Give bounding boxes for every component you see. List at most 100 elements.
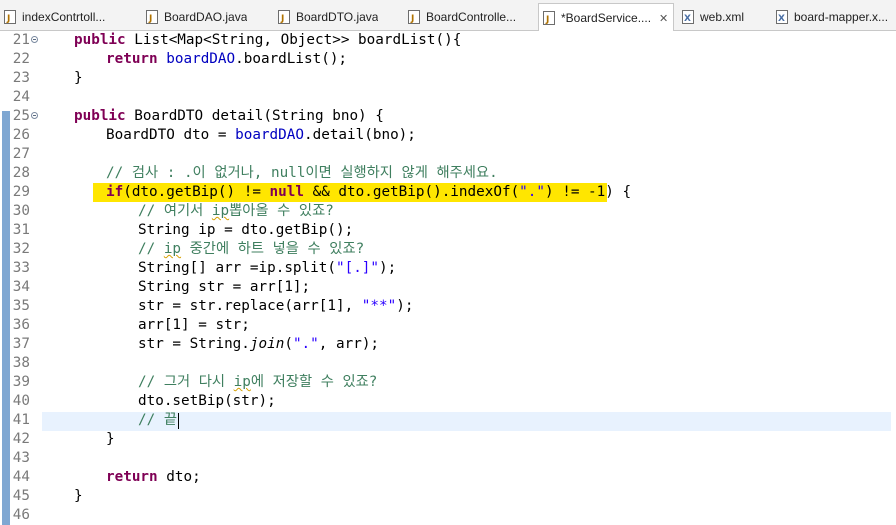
- svg-text:J: J: [545, 15, 549, 25]
- line-number: 29: [12, 184, 30, 200]
- code-text: String[] arr =ip.split("[.]");: [138, 260, 397, 276]
- code-editor[interactable]: 21 public List<Map<String, Object>> boar…: [0, 31, 896, 525]
- text-caret: [178, 413, 179, 429]
- code-line: 29 if(dto.getBip() != null && dto.getBip…: [0, 183, 896, 202]
- svg-text:J: J: [410, 14, 414, 24]
- line-number: 22: [12, 51, 30, 67]
- svg-text:J: J: [148, 14, 152, 24]
- code-text: }: [74, 70, 83, 86]
- line-number: 23: [12, 70, 30, 86]
- code-line: 45 }: [0, 487, 896, 506]
- close-tab-icon[interactable]: ✕: [659, 12, 668, 25]
- code-line: 42 }: [0, 430, 896, 449]
- code-line: 28 // 검사 : .이 없거나, null이면 실행하지 않게 해주세요.: [0, 164, 896, 183]
- line-number: 43: [12, 450, 30, 466]
- code-line: 32 // ip 중간에 하트 넣을 수 있죠?: [0, 240, 896, 259]
- code-text: str = str.replace(arr[1], "**");: [138, 298, 414, 314]
- code-line: 27: [0, 145, 896, 164]
- tab-label: *BoardService....: [561, 11, 652, 25]
- tab-board-dto[interactable]: J BoardDTO.java: [274, 2, 402, 31]
- code-text: return boardDAO.boardList();: [106, 51, 348, 67]
- code-line: 25 public BoardDTO detail(String bno) {: [0, 107, 896, 126]
- line-number: 40: [12, 393, 30, 409]
- line-number: 36: [12, 317, 30, 333]
- tab-index-controller[interactable]: J indexContrtoll...: [0, 2, 136, 31]
- line-number: 39: [12, 374, 30, 390]
- line-number: 31: [12, 222, 30, 238]
- line-number: 25: [12, 108, 30, 124]
- svg-text:X: X: [778, 14, 785, 24]
- java-file-icon: J: [4, 9, 16, 24]
- java-file-icon: J: [146, 9, 158, 24]
- tab-board-service[interactable]: J *BoardService.... ✕: [538, 3, 674, 32]
- line-number: 26: [12, 127, 30, 143]
- code-text: dto.setBip(str);: [138, 393, 276, 409]
- svg-text:J: J: [6, 14, 10, 24]
- line-number: 21: [12, 32, 30, 48]
- code-comment: // 여기서 ip뽑아올 수 있죠?: [138, 203, 334, 219]
- svg-text:J: J: [280, 14, 284, 24]
- code-line: 36 arr[1] = str;: [0, 316, 896, 335]
- tab-label: indexContrtoll...: [22, 9, 106, 24]
- tab-board-mapper[interactable]: X board-mapper.x...: [772, 2, 896, 31]
- tab-board-dao[interactable]: J BoardDAO.java: [142, 2, 272, 31]
- line-number: 33: [12, 260, 30, 276]
- fold-toggle-icon[interactable]: [31, 112, 38, 119]
- code-line: 35 str = str.replace(arr[1], "**");: [0, 297, 896, 316]
- code-line: 24: [0, 88, 896, 107]
- code-line: 34 String str = arr[1];: [0, 278, 896, 297]
- xml-file-icon: X: [682, 9, 694, 24]
- line-number: 28: [12, 165, 30, 181]
- line-number: 30: [12, 203, 30, 219]
- line-number: 38: [12, 355, 30, 371]
- code-line: 43: [0, 449, 896, 468]
- code-comment: // 그거 다시 ip에 저장할 수 있죠?: [138, 374, 378, 390]
- line-number: 34: [12, 279, 30, 295]
- code-line: 31 String ip = dto.getBip();: [0, 221, 896, 240]
- line-number: 37: [12, 336, 30, 352]
- tab-web-xml[interactable]: X web.xml: [678, 2, 770, 31]
- code-line: 38: [0, 354, 896, 373]
- tab-label: BoardControlle...: [426, 9, 517, 24]
- code-text: BoardDTO dto = boardDAO.detail(bno);: [106, 127, 416, 143]
- code-text: str = String.join(".", arr);: [138, 336, 380, 352]
- code-line: 21 public List<Map<String, Object>> boar…: [0, 31, 896, 50]
- line-number: 24: [12, 89, 30, 105]
- code-line: 44 return dto;: [0, 468, 896, 487]
- editor-tab-bar: J indexContrtoll... J BoardDAO.java J Bo…: [0, 0, 896, 32]
- code-comment: // 검사 : .이 없거나, null이면 실행하지 않게 해주세요.: [106, 165, 498, 181]
- code-line: 22 return boardDAO.boardList();: [0, 50, 896, 69]
- java-file-icon: J: [278, 9, 290, 24]
- fold-toggle-icon[interactable]: [31, 36, 38, 43]
- code-text: public BoardDTO detail(String bno) {: [74, 108, 384, 124]
- code-line: 39 // 그거 다시 ip에 저장할 수 있죠?: [0, 373, 896, 392]
- code-comment: // 끝: [138, 412, 177, 428]
- code-comment: // ip 중간에 하트 넣을 수 있죠?: [138, 241, 365, 257]
- java-file-icon: J: [543, 11, 555, 25]
- code-text: if(dto.getBip() != null && dto.getBip().…: [106, 184, 632, 200]
- code-line: 37 str = String.join(".", arr);: [0, 335, 896, 354]
- line-number: 41: [12, 412, 30, 428]
- code-line-current: 41 // 끝: [0, 411, 896, 430]
- java-file-icon: J: [408, 9, 420, 24]
- code-line: 46: [0, 506, 896, 525]
- tab-board-controller[interactable]: J BoardControlle...: [404, 2, 536, 31]
- code-line: 30 // 여기서 ip뽑아올 수 있죠?: [0, 202, 896, 221]
- xml-file-icon: X: [776, 9, 788, 24]
- tab-label: board-mapper.x...: [794, 9, 889, 24]
- line-number: 42: [12, 431, 30, 447]
- code-line: 33 String[] arr =ip.split("[.]");: [0, 259, 896, 278]
- line-number: 46: [12, 507, 30, 523]
- line-number: 27: [12, 146, 30, 162]
- code-text: return dto;: [106, 469, 201, 485]
- line-number: 44: [12, 469, 30, 485]
- code-line: 23 }: [0, 69, 896, 88]
- code-text: String ip = dto.getBip();: [138, 222, 354, 238]
- code-line: 40 dto.setBip(str);: [0, 392, 896, 411]
- code-text: }: [74, 488, 83, 504]
- line-number: 45: [12, 488, 30, 504]
- line-number: 32: [12, 241, 30, 257]
- code-text: arr[1] = str;: [138, 317, 250, 333]
- tab-label: web.xml: [700, 9, 745, 24]
- tab-label: BoardDTO.java: [296, 9, 379, 24]
